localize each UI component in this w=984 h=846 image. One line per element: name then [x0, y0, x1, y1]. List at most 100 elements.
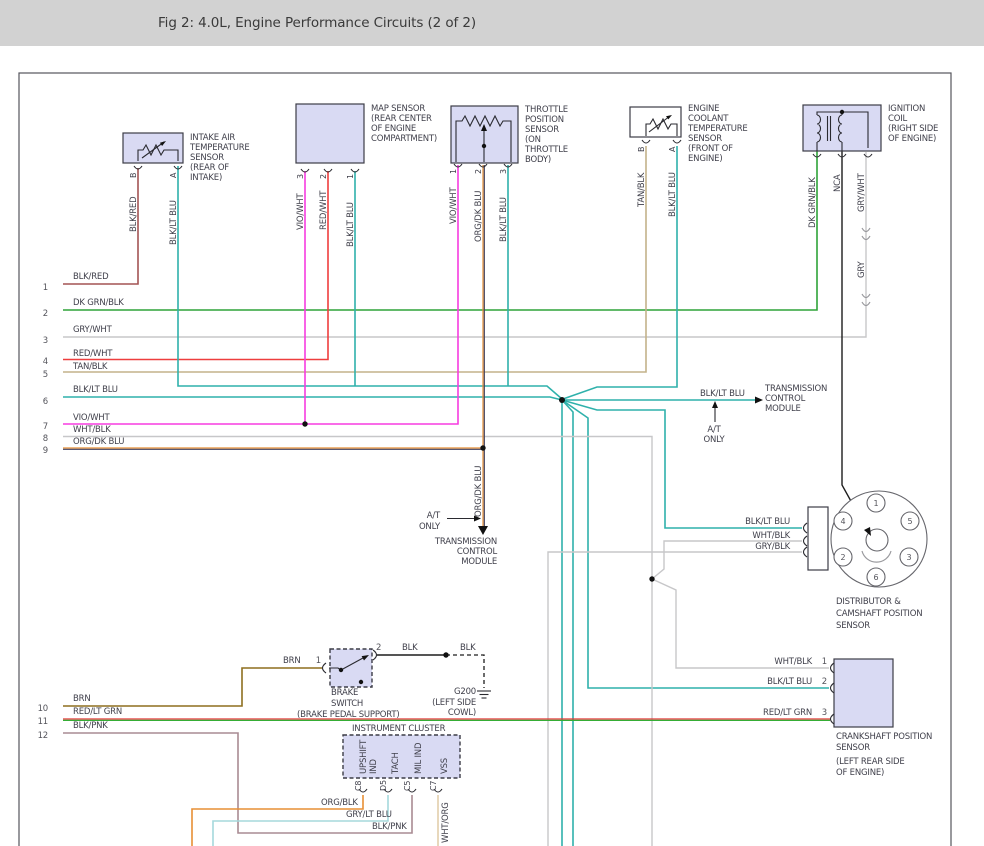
row-number: 5: [43, 370, 48, 380]
wire-blk-ground: [446, 655, 484, 688]
crankshaft-label: OF ENGINE): [836, 768, 884, 778]
distributor-label: SENSOR: [836, 621, 870, 631]
row-number: 12: [38, 731, 48, 741]
pin-label: 3: [296, 174, 305, 179]
wiring-diagram: BLK/RED 1 DK GRN/BLK 2 GRY/WHT 3 RED/WHT…: [0, 0, 984, 846]
crankshaft-label: SENSOR: [836, 743, 870, 753]
row-wire-label: BLK/PNK: [73, 721, 108, 731]
pin-label: 2: [376, 643, 381, 653]
ect-label: SENSOR: [688, 134, 722, 144]
crankshaft-sensor-box: [834, 659, 893, 727]
wire-label: DK GRN/BLK: [808, 177, 818, 228]
wire-label: BLK: [460, 643, 476, 653]
map-label: (REAR CENTER: [371, 114, 432, 124]
distributor-label: CAMSHAFT POSITION: [836, 609, 922, 619]
brake-label: (BRAKE PEDAL SUPPORT): [297, 710, 399, 720]
distributor-connector-box: [808, 507, 828, 570]
at-only-label: ONLY: [419, 522, 441, 532]
row-wire-label: RED/LT GRN: [73, 707, 122, 717]
cluster-title: INSTRUMENT CLUSTER: [352, 724, 446, 734]
wire-label: BLK/LT BLU: [745, 517, 790, 527]
iat-label: TEMPERATURE: [189, 143, 250, 153]
row-number: 6: [43, 397, 48, 407]
row-wire-label: WHT/BLK: [73, 425, 111, 435]
wire-wht-blk-ckp: [652, 579, 829, 668]
row-wire-label: DK GRN/BLK: [73, 298, 124, 308]
tcm-label: CONTROL: [765, 394, 806, 404]
ect-label: TEMPERATURE: [687, 124, 748, 134]
map-label: MAP SENSOR: [371, 104, 425, 114]
pin-label: C8: [354, 781, 363, 791]
ect-label: ENGINE): [688, 154, 722, 164]
row-wire-label: BRN: [73, 694, 91, 704]
row-number: 7: [43, 422, 48, 432]
ground-label: G200: [454, 687, 476, 697]
wire-label: GRY: [857, 260, 867, 278]
tps-label: SENSOR: [525, 125, 559, 135]
wire-label: GRY/WHT: [857, 172, 867, 212]
iat-label: SENSOR: [190, 153, 224, 163]
iat-sensor-box: [123, 133, 183, 163]
tcm-label: TRANSMISSION: [764, 384, 827, 394]
wire-label: WHT/ORG: [441, 802, 451, 843]
wire-label: NCA: [833, 174, 843, 192]
cap-number: 1: [874, 499, 879, 508]
pin-label: B: [637, 147, 646, 152]
tps-label: POSITION: [525, 115, 564, 125]
pin-label: 2: [474, 169, 483, 174]
wire-label: WHT/BLK: [752, 531, 790, 541]
pin-label: C5: [403, 781, 412, 791]
cap-number: 5: [908, 517, 913, 526]
wire-gry-blk: [548, 552, 802, 846]
cluster-channel: MIL IND: [414, 742, 424, 774]
iat-label: (REAR OF: [190, 163, 229, 173]
tps-label: BODY): [525, 155, 551, 165]
row-wire-label: RED/WHT: [73, 349, 113, 359]
brake-label: SWITCH: [331, 699, 363, 709]
flow-arrows: [447, 397, 763, 536]
tcm-down-arrowhead: [478, 526, 488, 535]
coil-label: IGNITION: [888, 104, 925, 114]
distributor-label: DISTRIBUTOR &: [836, 597, 901, 607]
pin-label: D5: [379, 780, 388, 791]
wire-label: GRY/BLK: [755, 542, 790, 552]
tps-label: (ON: [525, 135, 541, 145]
pin-label: A: [668, 146, 677, 152]
vertical-wire-labels: BLK/RED BLK/LT BLU VIO/WHT RED/WHT BLK/L…: [129, 172, 867, 843]
at-only-label: ONLY: [703, 435, 725, 445]
map-sensor-box: [296, 104, 364, 163]
wire-label: BLK/LT BLU: [499, 197, 509, 242]
tcm-label: MODULE: [461, 557, 497, 567]
row-number: 2: [43, 309, 48, 319]
tps-label: THROTTLE: [524, 105, 568, 115]
coil-label: (RIGHT SIDE: [888, 124, 938, 134]
pin-id-labels: B A 3 2 1 1 2 3 B A C8 D5 C5 C7: [129, 146, 677, 791]
ect-label: (FRONT OF: [688, 144, 733, 154]
wire-label: BLK/LT BLU: [767, 677, 812, 687]
tcm-right-arrowhead: [755, 397, 763, 404]
at-only-label: A/T: [707, 425, 721, 435]
at-only-label: A/T: [427, 511, 441, 521]
tcm-label: CONTROL: [457, 547, 498, 557]
map-label: COMPARTMENT): [371, 134, 437, 144]
wire-label: BLK/RED: [129, 196, 139, 232]
wire-label: ORG/BLK: [321, 798, 358, 808]
wire-brn: [63, 668, 322, 706]
crankshaft-label: (LEFT REAR SIDE: [836, 757, 905, 767]
ect-label: COOLANT: [688, 114, 729, 124]
cluster-channel: IND: [369, 759, 379, 774]
row-number: 11: [38, 717, 48, 727]
wire-label: VIO/WHT: [296, 193, 306, 230]
cluster-channel: UPSHIFT: [359, 739, 369, 774]
row-wire-label: BLK/RED: [73, 272, 109, 282]
pin-label: 1: [316, 656, 321, 666]
wire-label: RED/WHT: [319, 190, 329, 230]
wire-label: BLK/PNK: [372, 822, 407, 832]
pin-label: B: [129, 173, 138, 178]
pin-label: 1: [346, 174, 355, 179]
cluster-channel: VSS: [440, 758, 450, 774]
ect-sensor-box: [630, 107, 681, 137]
wire-blk-lt-blu-dist: [562, 400, 802, 528]
pin-label: 3: [822, 708, 827, 718]
wires: [63, 146, 867, 846]
